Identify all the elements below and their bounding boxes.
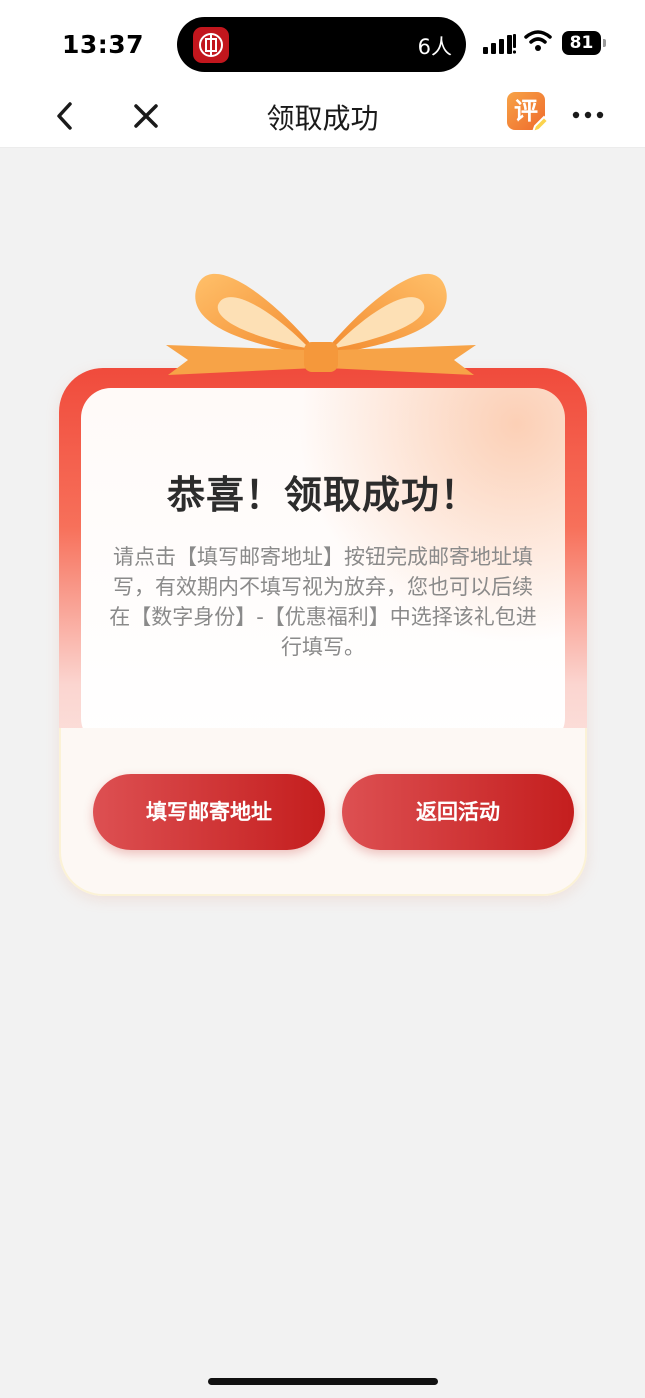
dynamic-island[interactable]: 6人 (177, 17, 466, 72)
signal-icon (483, 34, 517, 54)
card-notch (273, 728, 373, 746)
more-button[interactable] (570, 100, 606, 130)
battery-icon: 81 (562, 31, 606, 55)
rate-button[interactable]: 评 (507, 92, 551, 136)
battery-level: 81 (569, 33, 594, 53)
card-outer: 恭喜！领取成功！ 请点击【填写邮寄地址】按钮完成邮寄地址填写，有效期内不填写视为… (59, 368, 587, 896)
bank-app-icon (193, 27, 229, 63)
nav-bar: 领取成功 评 (0, 86, 645, 148)
pencil-icon (531, 115, 550, 134)
fill-address-button[interactable]: 填写邮寄地址 (93, 774, 325, 850)
ribbon-bow-icon (166, 273, 476, 375)
success-description: 请点击【填写邮寄地址】按钮完成邮寄地址填写，有效期内不填写视为放弃，您也可以后续… (109, 545, 537, 659)
status-bar: 13:37 6人 81 (0, 0, 645, 86)
home-indicator[interactable] (208, 1378, 438, 1385)
island-count: 6人 (417, 35, 452, 59)
return-activity-button[interactable]: 返回活动 (342, 774, 574, 850)
gift-success-card: 恭喜！领取成功！ 请点击【填写邮寄地址】按钮完成邮寄地址填写，有效期内不填写视为… (56, 250, 590, 900)
wifi-icon (524, 30, 552, 52)
battery-tip (603, 39, 606, 47)
more-icon (572, 111, 604, 119)
success-title: 恭喜！领取成功！ (166, 473, 479, 517)
status-time: 13:37 (62, 30, 145, 59)
screen: 13:37 6人 81 领取成功 评 恭喜！领取成功！ 请点击【填写邮寄地址】按… (0, 0, 645, 1398)
